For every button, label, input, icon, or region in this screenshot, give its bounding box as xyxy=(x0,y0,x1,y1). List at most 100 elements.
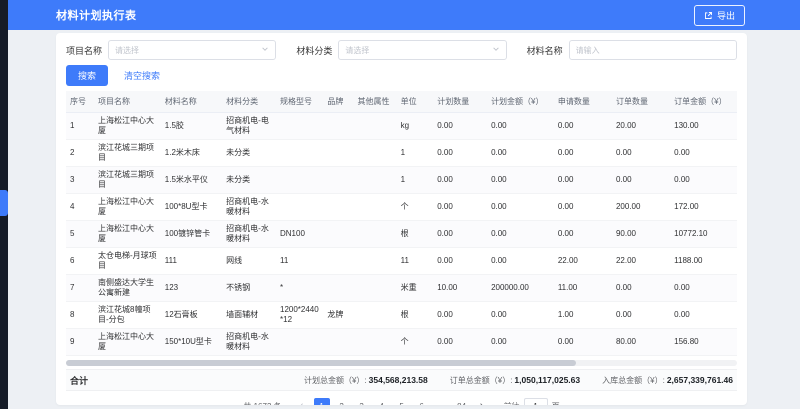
table-cell: 150*10U型卡 xyxy=(161,329,222,356)
table-cell: 网线 xyxy=(222,248,276,275)
table-cell: 不锈钢 xyxy=(222,275,276,302)
table-cell: 0.00 xyxy=(670,302,737,329)
table-cell xyxy=(354,302,397,329)
table-cell: 0.00 xyxy=(433,167,487,194)
table-row: 8滨江花城8幢项目-分包12石膏板墙面辅材1200*2440*12龙牌根0.00… xyxy=(66,302,737,329)
table-cell: 上海松江中心大厦 xyxy=(94,194,161,221)
table-cell: 100镀锌管卡 xyxy=(161,221,222,248)
table-cell: 200000.00 xyxy=(487,275,554,302)
table-cell: 156.80 xyxy=(670,329,737,356)
pagination-page-3[interactable]: 3 xyxy=(354,398,370,405)
table-cell: 11 xyxy=(397,248,434,275)
table-cell: 0.00 xyxy=(487,329,554,356)
inbound-total-value: 2,657,339,761.46 xyxy=(667,375,733,385)
topbar: 材料计划执行表 导出 xyxy=(8,0,800,30)
pagination-page-1[interactable]: 1 xyxy=(314,398,330,405)
table-cell: 3 xyxy=(66,167,94,194)
table-cell: 4 xyxy=(66,194,94,221)
table-cell: 龙牌 xyxy=(323,302,353,329)
jump-label-suffix: 页 xyxy=(552,401,560,406)
table-cell: 0.00 xyxy=(670,275,737,302)
table-cell: 0.00 xyxy=(612,275,670,302)
table-cell xyxy=(276,113,323,140)
pagination-page-5[interactable]: 5 xyxy=(394,398,410,405)
pagination-page-84[interactable]: 84 xyxy=(454,398,470,405)
column-header: 计划金额（¥） xyxy=(487,91,554,113)
pagination-page-2[interactable]: 2 xyxy=(334,398,350,405)
collapsed-sidebar xyxy=(0,0,8,409)
table-cell: 0.00 xyxy=(670,167,737,194)
table-cell xyxy=(276,329,323,356)
inbound-total: 入库总金额（¥）:2,657,339,761.46 xyxy=(602,375,733,386)
horizontal-scrollbar[interactable] xyxy=(66,360,737,366)
table-cell: 6 xyxy=(66,248,94,275)
column-header: 申请数量 xyxy=(554,91,612,113)
table-cell: 10.00 xyxy=(433,275,487,302)
pagination-prev[interactable]: ‹ xyxy=(294,398,310,405)
table-cell: 0.00 xyxy=(433,221,487,248)
plan-total: 计划总金额（¥）:354,568,213.58 xyxy=(304,375,428,386)
table-cell: 0.00 xyxy=(554,221,612,248)
table-cell: 5 xyxy=(66,221,94,248)
table-header-row: 序号项目名称材料名称材料分类规格型号品牌其他属性单位计划数量计划金额（¥）申请数… xyxy=(66,91,737,113)
project-name-select[interactable]: 请选择 xyxy=(108,40,276,60)
material-name-input[interactable] xyxy=(576,46,730,55)
table-cell: 20.00 xyxy=(612,113,670,140)
table-cell: 111 xyxy=(161,248,222,275)
column-header: 品牌 xyxy=(323,91,353,113)
column-header: 订单金额（¥） xyxy=(670,91,737,113)
table-cell: 上海松江中心大厦 xyxy=(94,329,161,356)
table-cell xyxy=(276,194,323,221)
order-total-label: 订单总金额（¥）: xyxy=(450,376,513,385)
table-cell: 0.00 xyxy=(487,167,554,194)
table-cell: 0.00 xyxy=(554,140,612,167)
table-cell: 1200*2440*12 xyxy=(276,302,323,329)
clear-search-button[interactable]: 清空搜索 xyxy=(124,69,160,82)
pagination-page-4[interactable]: 4 xyxy=(374,398,390,405)
sidebar-toggle[interactable] xyxy=(0,190,8,216)
table-cell: 0.00 xyxy=(487,140,554,167)
search-button[interactable]: 搜索 xyxy=(66,65,108,86)
table-cell: 80.00 xyxy=(612,329,670,356)
pagination-page-6[interactable]: 6 xyxy=(414,398,430,405)
inbound-total-label: 入库总金额（¥）: xyxy=(602,376,665,385)
table-cell xyxy=(323,275,353,302)
table-row: 6太仓电梯-月球项目111网线11110.000.0022.0022.00118… xyxy=(66,248,737,275)
material-category-select[interactable]: 请选择 xyxy=(338,40,506,60)
table-cell: 个 xyxy=(397,329,434,356)
table-cell: 2 xyxy=(66,140,94,167)
column-header: 序号 xyxy=(66,91,94,113)
table-cell: 11 xyxy=(276,248,323,275)
summary-bar: 合计 计划总金额（¥）:354,568,213.58 订单总金额（¥）:1,05… xyxy=(66,369,737,391)
table-cell: 172.00 xyxy=(670,194,737,221)
column-header: 规格型号 xyxy=(276,91,323,113)
table-row: 7南侧盛达大学生公寓新建123不锈钢*米重10.00200000.0011.00… xyxy=(66,275,737,302)
table-cell: 墙面辅材 xyxy=(222,302,276,329)
table-cell: 0.00 xyxy=(487,194,554,221)
scrollbar-thumb[interactable] xyxy=(66,360,576,366)
table-cell: 上海松江中心大厦 xyxy=(94,113,161,140)
pagination-ellipsis[interactable]: ··· xyxy=(434,398,450,405)
table-cell: 1 xyxy=(397,140,434,167)
plan-total-value: 354,568,213.58 xyxy=(369,375,428,385)
table-cell: 9 xyxy=(66,329,94,356)
chevron-down-icon xyxy=(492,45,500,55)
table-cell: 南侧盛达大学生公寓新建 xyxy=(94,275,161,302)
export-button[interactable]: 导出 xyxy=(694,5,745,26)
column-header: 其他属性 xyxy=(354,91,397,113)
filter-bar: 项目名称 请选择 材料分类 请选择 材料名称 xyxy=(66,39,737,61)
table-cell: 招商机电-水暖材料 xyxy=(222,221,276,248)
page-jump-input[interactable] xyxy=(524,398,548,405)
table-cell xyxy=(354,329,397,356)
table-cell: 米重 xyxy=(397,275,434,302)
table-cell: 1 xyxy=(397,167,434,194)
chevron-down-icon xyxy=(261,45,269,55)
column-header: 订单数量 xyxy=(612,91,670,113)
table-cell: 招商机电-水暖材料 xyxy=(222,194,276,221)
table-cell: 0.00 xyxy=(612,302,670,329)
table-cell: 滨江花城三期项目 xyxy=(94,140,161,167)
table-cell: 0.00 xyxy=(487,248,554,275)
table-cell: 根 xyxy=(397,221,434,248)
pagination-next[interactable]: › xyxy=(474,398,490,405)
table-cell xyxy=(354,113,397,140)
